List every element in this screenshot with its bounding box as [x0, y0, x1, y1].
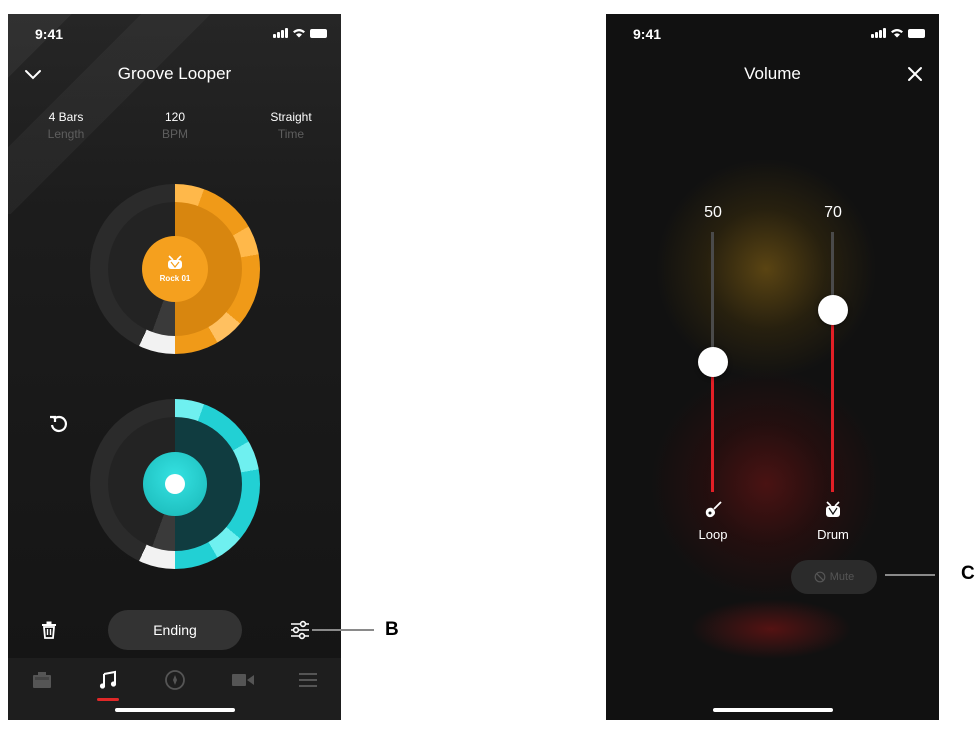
bpm-value: 120 [164, 110, 186, 124]
amp-icon [33, 672, 51, 688]
tab-music[interactable] [93, 668, 123, 701]
status-bar: 9:41 [8, 24, 341, 44]
status-time: 9:41 [35, 26, 64, 42]
status-icons [871, 28, 925, 38]
callout-c-label: C [961, 563, 975, 584]
loop-slider-knob[interactable] [698, 347, 728, 377]
home-indicator [114, 708, 235, 712]
close-icon[interactable] [907, 66, 923, 82]
drum-slider-knob[interactable] [818, 295, 848, 325]
trash-icon[interactable] [41, 621, 57, 639]
drum-label: Drum [817, 527, 849, 542]
signal-icon [273, 28, 288, 38]
drum-pad-label: Rock 01 [159, 274, 191, 283]
drum-icon [168, 255, 182, 269]
signal-icon [871, 28, 886, 38]
battery-icon [310, 29, 327, 38]
tab-amp[interactable] [27, 668, 57, 692]
drum-pad-button[interactable]: Rock 01 [142, 236, 208, 302]
status-time: 9:41 [633, 26, 662, 42]
callout-b-line [312, 629, 374, 631]
music-note-icon [99, 670, 117, 689]
menu-icon [299, 673, 317, 687]
mute-icon [814, 571, 826, 583]
loop-slider-fill [711, 362, 714, 492]
tab-bar [8, 658, 341, 720]
guitar-icon [705, 501, 722, 518]
length-label: Length [47, 127, 85, 141]
page-title: Volume [744, 64, 801, 83]
drum-icon [826, 501, 840, 517]
callout-c-line [885, 574, 935, 576]
drum-slider-fill [831, 310, 834, 492]
length-info[interactable]: 4 Bars Length [26, 110, 106, 141]
ending-button[interactable]: Ending [108, 610, 242, 650]
wifi-icon [891, 29, 903, 38]
battery-icon [908, 29, 925, 38]
video-icon [232, 674, 254, 686]
tab-compass[interactable] [160, 668, 190, 692]
home-indicator [712, 708, 833, 712]
page-title: Groove Looper [117, 64, 232, 83]
wifi-icon [293, 29, 305, 38]
callout-b-label: B [385, 619, 399, 640]
time-value: Straight [270, 110, 312, 124]
status-bar: 9:41 [606, 24, 939, 44]
mixer-settings-icon[interactable] [289, 619, 311, 641]
drum-volume-value: 70 [824, 204, 842, 221]
loop-label: Loop [698, 527, 728, 542]
length-value: 4 Bars [48, 110, 84, 124]
loop-record-button[interactable] [143, 452, 207, 516]
mute-button[interactable]: Mute [791, 560, 877, 594]
active-tab-indicator [97, 698, 119, 701]
status-icons [273, 28, 327, 38]
mute-label: Mute [829, 571, 855, 583]
bpm-label: BPM [161, 127, 188, 141]
undo-icon[interactable] [48, 413, 70, 435]
groove-looper-screen: 9:41 Groove Looper 4 Bars Length 120 BPM… [8, 14, 341, 720]
bpm-info[interactable]: 120 BPM [135, 110, 215, 141]
volume-screen: 9:41 Volume 50 Loop 70 Drum Mute [606, 14, 939, 720]
compass-icon [165, 670, 185, 690]
tab-menu[interactable] [293, 668, 323, 692]
time-label: Time [277, 127, 305, 141]
loop-volume-value: 50 [704, 204, 722, 221]
tab-video[interactable] [228, 668, 258, 692]
time-info[interactable]: Straight Time [251, 110, 331, 141]
record-dot [165, 474, 185, 494]
